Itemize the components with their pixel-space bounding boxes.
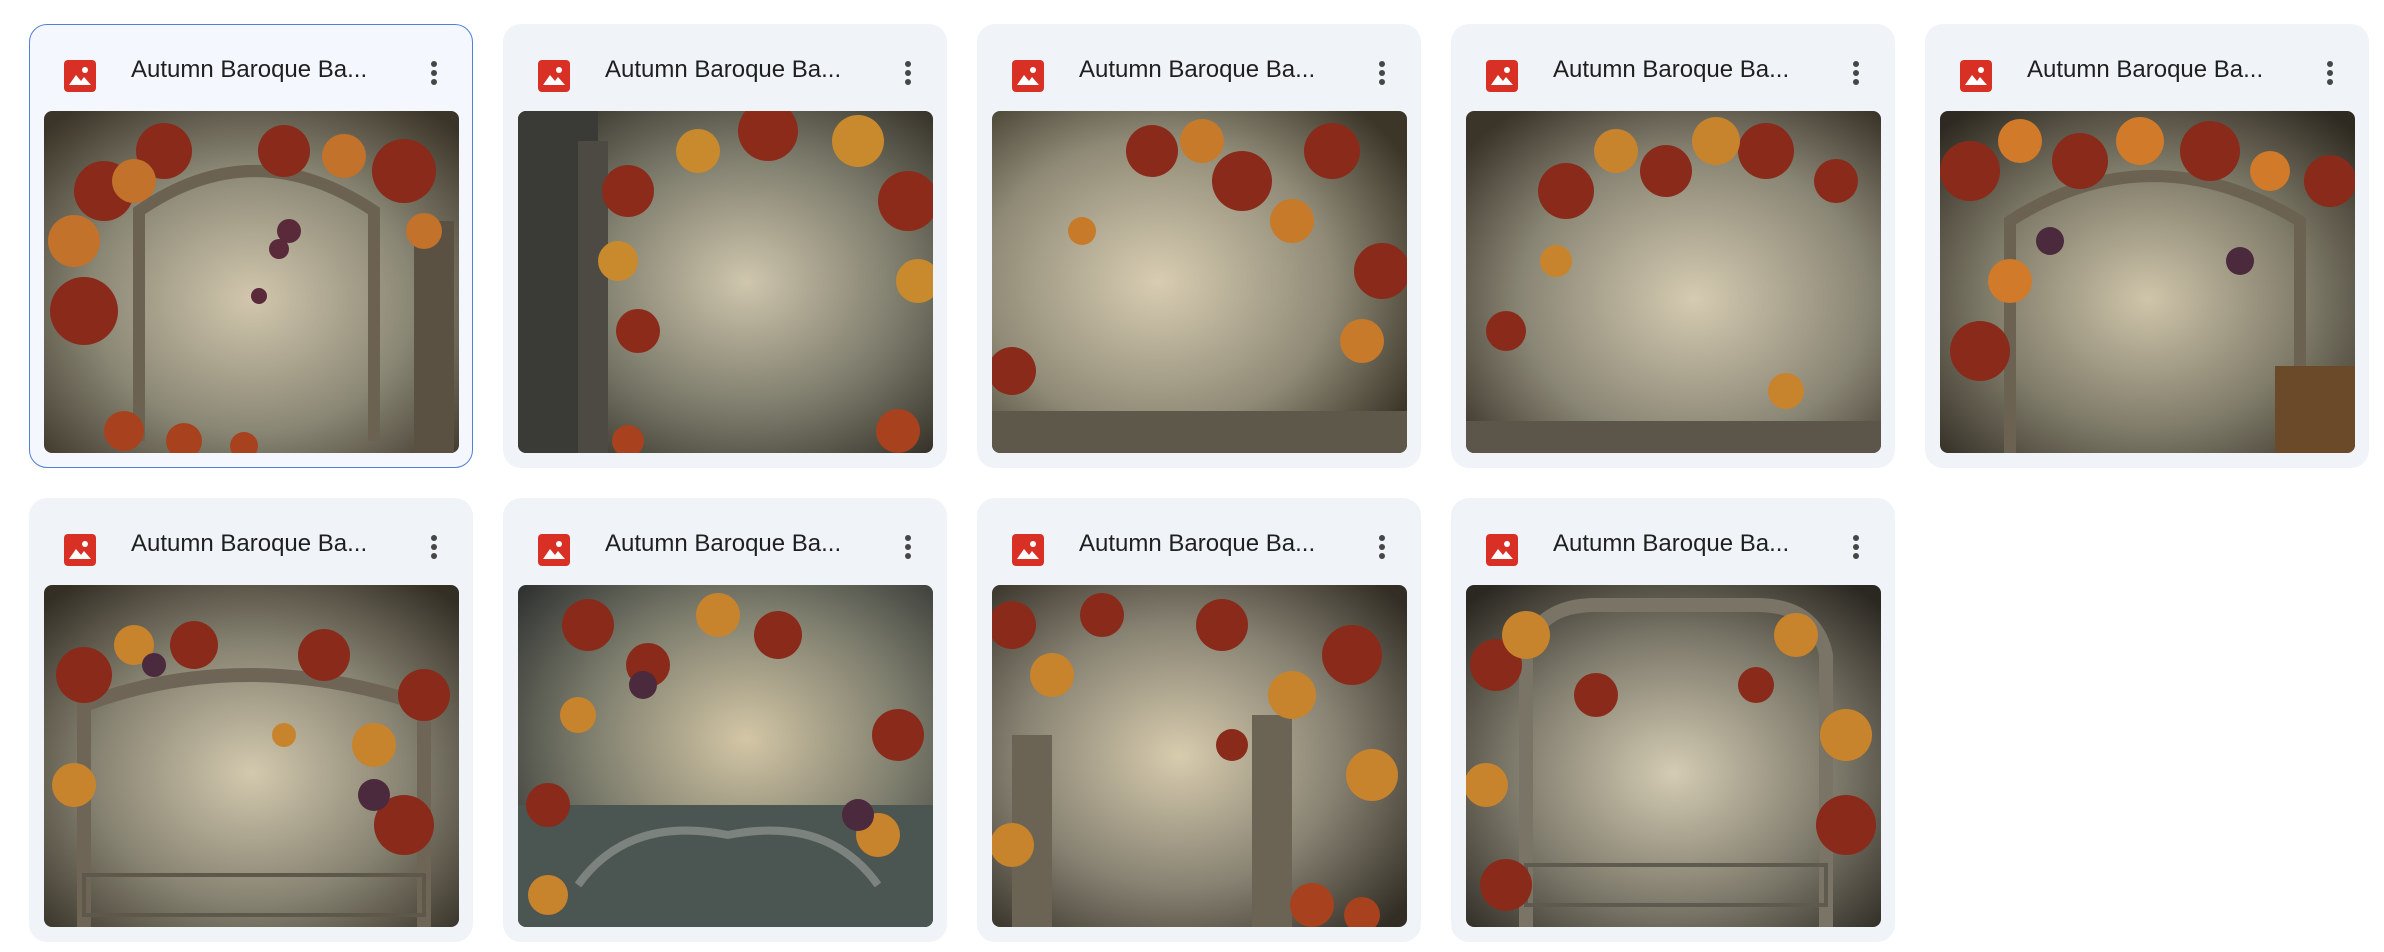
file-thumbnail[interactable] xyxy=(1940,111,2355,453)
file-title: Autumn Baroque Ba... xyxy=(1079,530,1316,557)
image-file-icon xyxy=(538,534,570,566)
more-vert-icon xyxy=(2327,61,2333,85)
image-file-icon xyxy=(1012,534,1044,566)
file-card[interactable]: Autumn Baroque Ba... xyxy=(29,498,473,942)
image-file-icon xyxy=(1486,60,1518,92)
file-title: Autumn Baroque Ba... xyxy=(605,530,842,557)
thumbnail-image xyxy=(992,585,1407,927)
file-thumbnail[interactable] xyxy=(44,111,459,453)
file-card[interactable]: Autumn Baroque Ba... xyxy=(977,498,1421,942)
file-thumbnail[interactable] xyxy=(992,111,1407,453)
file-thumbnail[interactable] xyxy=(1466,111,1881,453)
file-card[interactable]: Autumn Baroque Ba... xyxy=(977,24,1421,468)
image-file-icon xyxy=(1486,534,1518,566)
more-actions-button[interactable] xyxy=(414,53,454,93)
file-thumbnail[interactable] xyxy=(518,585,933,927)
file-thumbnail[interactable] xyxy=(44,585,459,927)
file-card-header: Autumn Baroque Ba... xyxy=(30,25,472,111)
file-card[interactable]: Autumn Baroque Ba... xyxy=(1451,24,1895,468)
more-vert-icon xyxy=(905,535,911,559)
file-title: Autumn Baroque Ba... xyxy=(131,530,368,557)
file-thumbnail[interactable] xyxy=(1466,585,1881,927)
file-grid: Autumn Baroque Ba... Autumn Baroque Ba..… xyxy=(0,0,2384,952)
image-file-icon xyxy=(64,60,96,92)
file-card-header: Autumn Baroque Ba... xyxy=(30,499,472,585)
file-card[interactable]: Autumn Baroque Ba... xyxy=(29,24,473,468)
file-card[interactable]: Autumn Baroque Ba... xyxy=(503,24,947,468)
image-file-icon xyxy=(64,534,96,566)
more-vert-icon xyxy=(1853,61,1859,85)
more-vert-icon xyxy=(1379,61,1385,85)
image-file-icon xyxy=(538,60,570,92)
more-actions-button[interactable] xyxy=(888,53,928,93)
file-card[interactable]: Autumn Baroque Ba... xyxy=(1451,498,1895,942)
image-file-icon xyxy=(1960,60,1992,92)
file-card-header: Autumn Baroque Ba... xyxy=(1926,25,2368,111)
thumbnail-image xyxy=(518,111,933,453)
thumbnail-image xyxy=(518,585,933,927)
more-vert-icon xyxy=(431,535,437,559)
file-thumbnail[interactable] xyxy=(992,585,1407,927)
thumbnail-image xyxy=(992,111,1407,453)
thumbnail-image xyxy=(44,585,459,927)
more-vert-icon xyxy=(1379,535,1385,559)
more-vert-icon xyxy=(1853,535,1859,559)
file-card[interactable]: Autumn Baroque Ba... xyxy=(1925,24,2369,468)
more-actions-button[interactable] xyxy=(414,527,454,567)
file-card-header: Autumn Baroque Ba... xyxy=(504,499,946,585)
file-title: Autumn Baroque Ba... xyxy=(1079,56,1316,83)
file-title: Autumn Baroque Ba... xyxy=(131,56,368,83)
thumbnail-image xyxy=(44,111,459,453)
thumbnail-image xyxy=(1466,111,1881,453)
file-title: Autumn Baroque Ba... xyxy=(2027,56,2264,83)
more-actions-button[interactable] xyxy=(1362,527,1402,567)
file-title: Autumn Baroque Ba... xyxy=(605,56,842,83)
more-vert-icon xyxy=(905,61,911,85)
more-actions-button[interactable] xyxy=(1836,527,1876,567)
file-card-header: Autumn Baroque Ba... xyxy=(1452,25,1894,111)
more-actions-button[interactable] xyxy=(888,527,928,567)
file-card-header: Autumn Baroque Ba... xyxy=(504,25,946,111)
image-file-icon xyxy=(1012,60,1044,92)
file-thumbnail[interactable] xyxy=(518,111,933,453)
more-actions-button[interactable] xyxy=(1836,53,1876,93)
file-card[interactable]: Autumn Baroque Ba... xyxy=(503,498,947,942)
file-card-header: Autumn Baroque Ba... xyxy=(978,499,1420,585)
more-vert-icon xyxy=(431,61,437,85)
thumbnail-image xyxy=(1466,585,1881,927)
more-actions-button[interactable] xyxy=(1362,53,1402,93)
more-actions-button[interactable] xyxy=(2310,53,2350,93)
thumbnail-image xyxy=(1940,111,2355,453)
file-card-header: Autumn Baroque Ba... xyxy=(978,25,1420,111)
file-title: Autumn Baroque Ba... xyxy=(1553,530,1790,557)
file-title: Autumn Baroque Ba... xyxy=(1553,56,1790,83)
file-card-header: Autumn Baroque Ba... xyxy=(1452,499,1894,585)
